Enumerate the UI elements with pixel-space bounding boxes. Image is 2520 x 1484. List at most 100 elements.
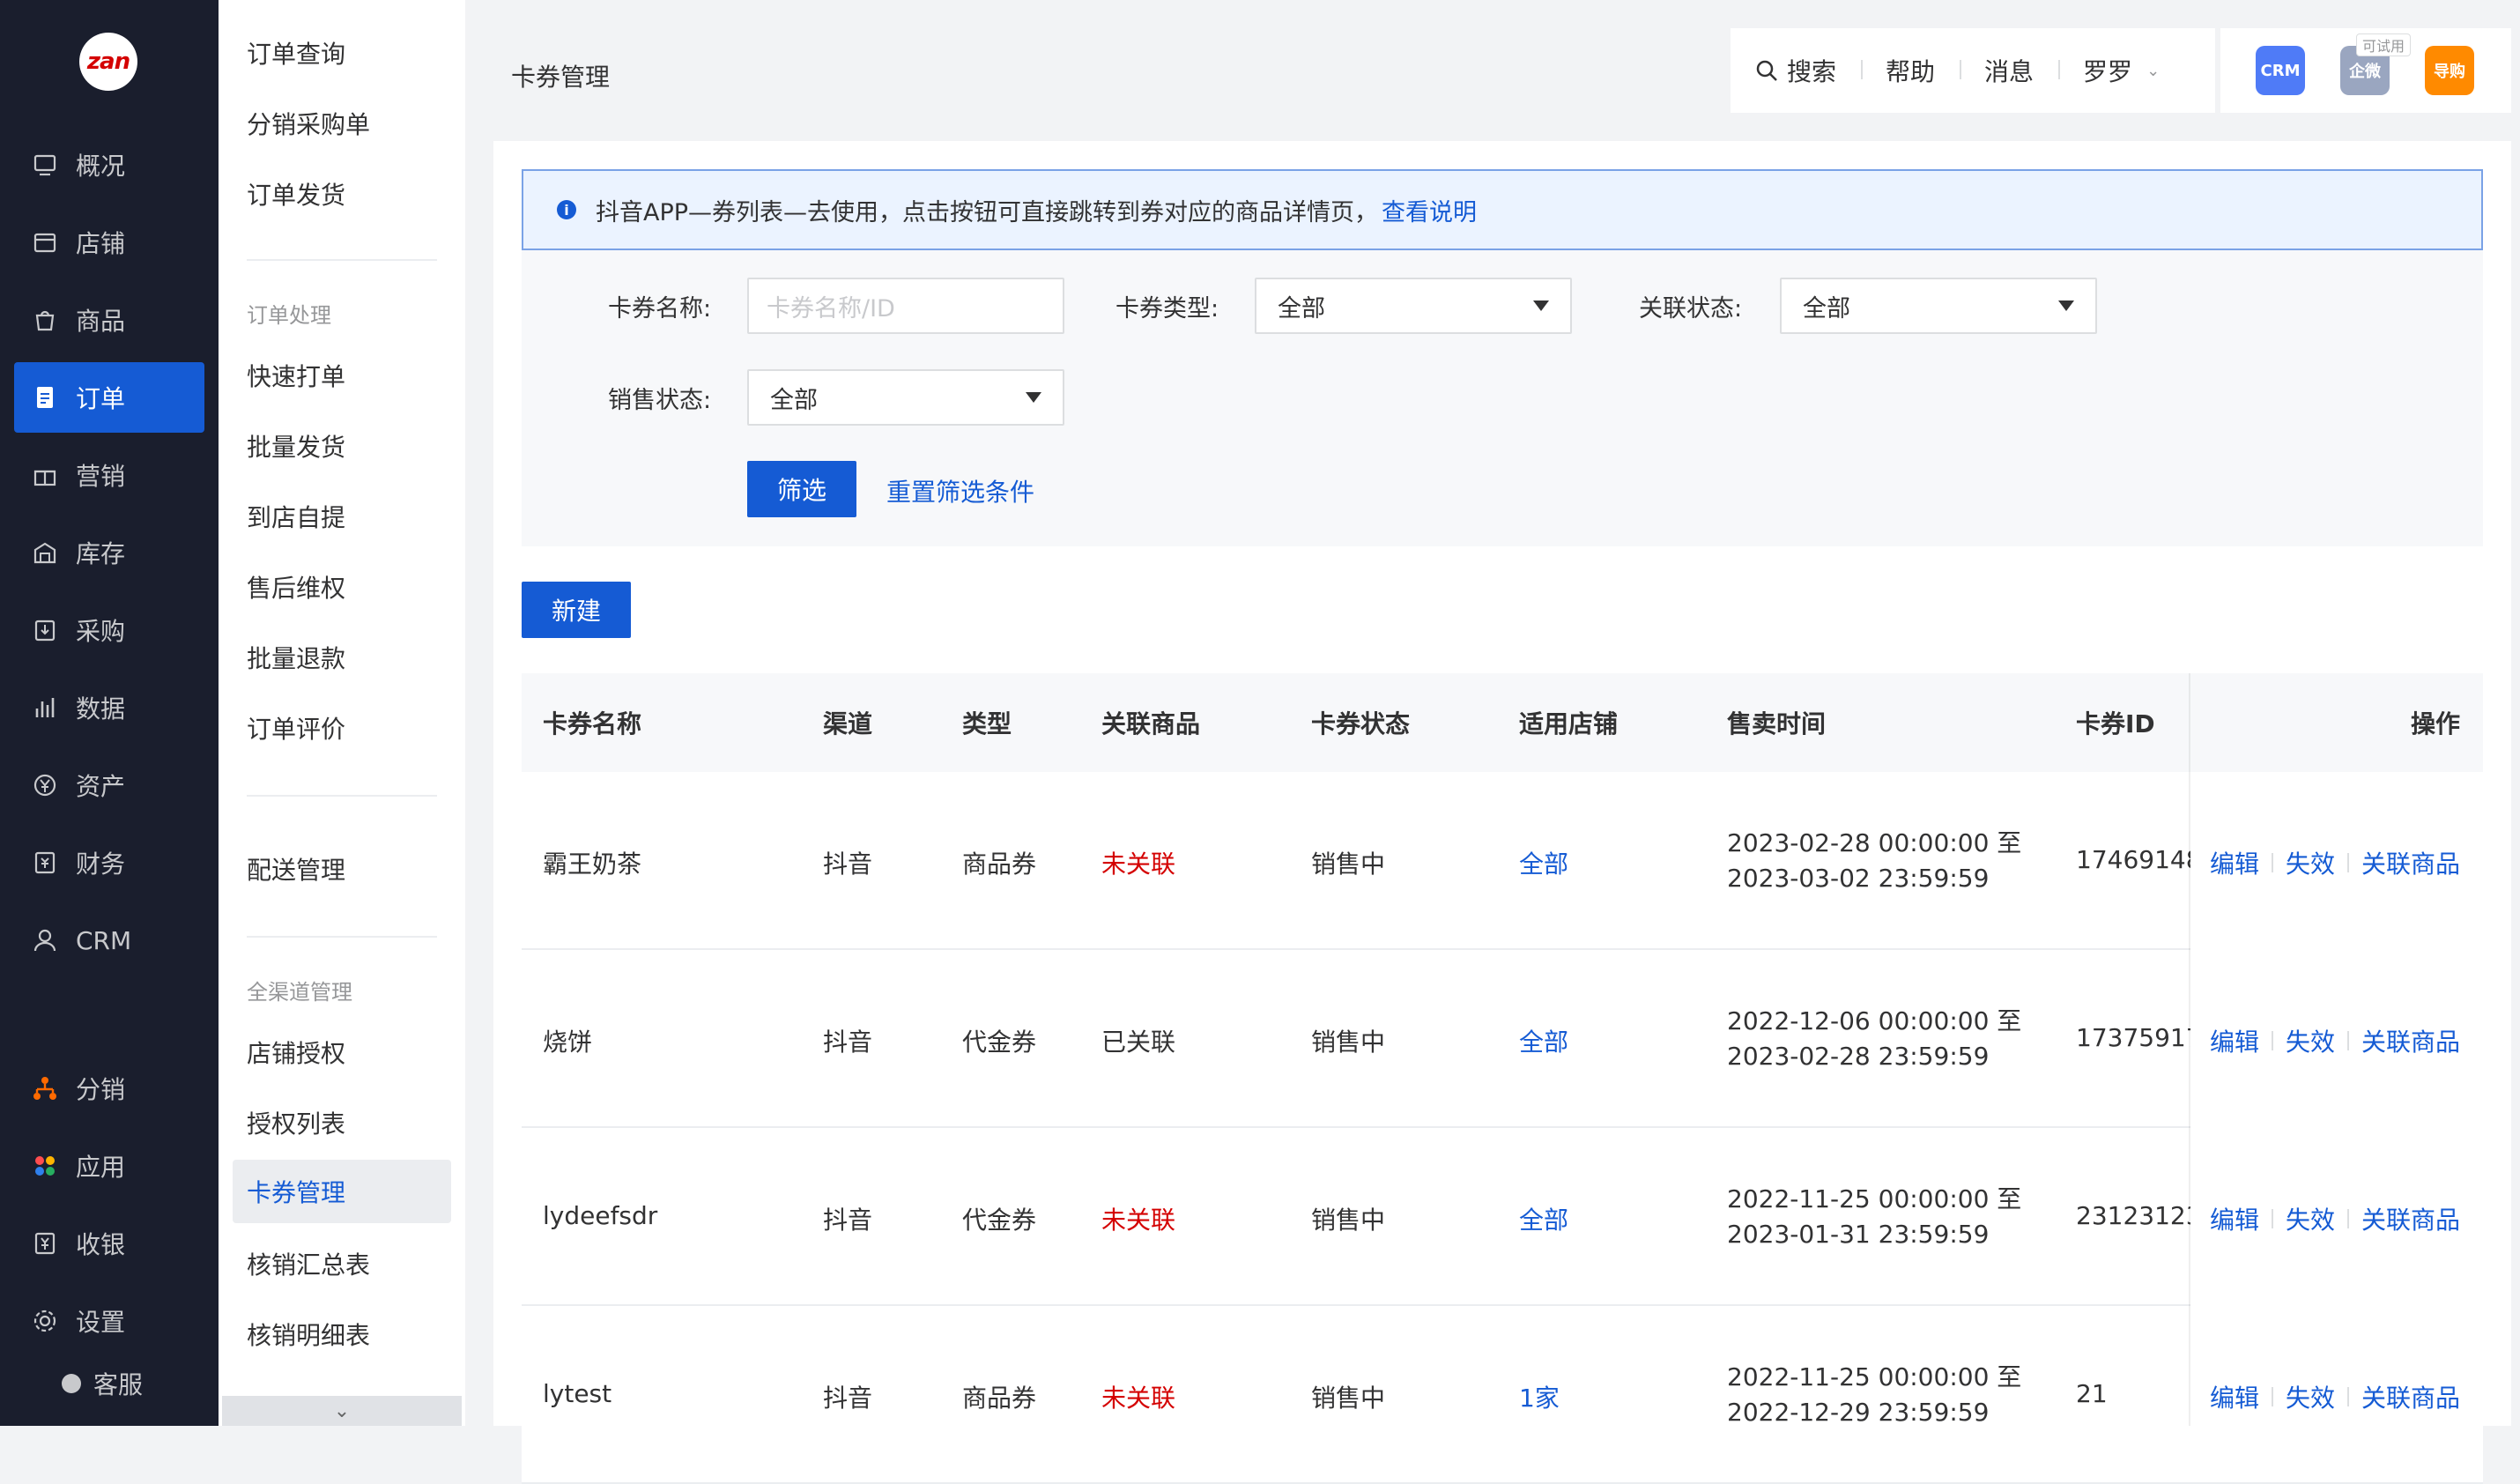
subnav-item[interactable]: 售后维权 xyxy=(247,569,345,605)
cell-status: 销售中 xyxy=(1311,1384,1386,1413)
cell-type: 商品券 xyxy=(962,850,1037,879)
messages-link[interactable]: 消息 xyxy=(1960,53,2058,88)
card-name-input[interactable]: 卡券名称/ID xyxy=(747,278,1064,334)
edit-link[interactable]: 编辑 xyxy=(2210,1201,2259,1236)
service-icon xyxy=(62,1374,81,1393)
subnav-group-title: 订单处理 xyxy=(247,303,331,328)
help-link[interactable]: 帮助 xyxy=(1861,53,1960,88)
nav-item-label: 订单 xyxy=(76,384,126,413)
subnav-item[interactable]: 订单发货 xyxy=(247,176,345,211)
sale-time-start: 2023-02-28 00:00:00 至 xyxy=(1727,828,2022,857)
sale-time-end: 2023-01-31 23:59:59 xyxy=(1727,1220,1990,1249)
cell-card-id: 17469148 xyxy=(2076,845,2202,874)
collapse-sidebar-button[interactable]: ⌄ xyxy=(222,1396,462,1426)
subnav-item[interactable]: 核销明细表 xyxy=(247,1317,370,1352)
subnav-item[interactable]: 批量发货 xyxy=(247,428,345,464)
reset-filter-link[interactable]: 重置筛选条件 xyxy=(886,473,1034,508)
row-actions: 编辑 失效 关联商品 xyxy=(2210,1023,2460,1058)
invalidate-link[interactable]: 失效 xyxy=(2286,845,2335,880)
cell-card-name: lydeefsdr xyxy=(543,1201,658,1230)
dropdown-arrow-icon xyxy=(1533,301,1549,311)
nav-item-label: 分销 xyxy=(76,1075,126,1104)
nav-item-14[interactable]: 设置 xyxy=(14,1286,204,1356)
subnav-item[interactable]: 批量退款 xyxy=(247,640,345,675)
card-type-label: 卡券类型: xyxy=(1115,295,1219,323)
cell-channel: 抖音 xyxy=(823,1028,873,1057)
nav-item-0[interactable]: 概况 xyxy=(14,130,204,200)
nav-item-11[interactable]: 分销 xyxy=(14,1053,204,1124)
store-icon xyxy=(32,229,58,256)
user-menu[interactable]: 罗罗 ⌄ xyxy=(2058,53,2184,88)
subnav-item[interactable]: 核销汇总表 xyxy=(247,1246,370,1281)
cell-stores[interactable]: 1家 xyxy=(1519,1379,1560,1414)
new-card-button[interactable]: 新建 xyxy=(522,582,631,638)
sale-time-end: 2022-12-29 23:59:59 xyxy=(1727,1398,1990,1427)
cell-stores[interactable]: 全部 xyxy=(1519,1201,1568,1236)
nav-item-10[interactable]: CRM xyxy=(14,905,204,976)
customer-service-button[interactable]: 客服 xyxy=(62,1366,143,1401)
sale-time-start: 2022-12-06 00:00:00 至 xyxy=(1727,1006,2022,1035)
nav-item-2[interactable]: 商品 xyxy=(14,285,204,355)
cell-stores[interactable]: 全部 xyxy=(1519,845,1568,880)
nav-item-label: 收银 xyxy=(76,1230,126,1259)
cashier-icon xyxy=(32,1230,58,1257)
link-goods-link[interactable]: 关联商品 xyxy=(2361,1379,2460,1414)
subnav-item[interactable]: 配送管理 xyxy=(247,851,345,887)
col-sale-time: 售卖时间 xyxy=(1727,709,1827,738)
cell-card-id: 21 xyxy=(2076,1379,2108,1408)
invalidate-link[interactable]: 失效 xyxy=(2286,1201,2335,1236)
cell-linked: 未关联 xyxy=(1101,850,1176,879)
invalidate-link[interactable]: 失效 xyxy=(2286,1023,2335,1058)
nav-item-7[interactable]: 数据 xyxy=(14,672,204,743)
action-divider xyxy=(2346,1031,2349,1050)
cell-sale-time: 2022-11-25 00:00:00 至 2023-01-31 23:59:59 xyxy=(1727,1182,2021,1252)
cell-stores[interactable]: 全部 xyxy=(1519,1023,1568,1058)
cell-type: 代金券 xyxy=(962,1028,1037,1057)
nav-item-label: 店铺 xyxy=(76,229,126,258)
info-icon: i xyxy=(557,200,576,219)
nav-item-6[interactable]: 采购 xyxy=(14,595,204,665)
nav-item-5[interactable]: 库存 xyxy=(14,517,204,588)
edit-link[interactable]: 编辑 xyxy=(2210,845,2259,880)
link-goods-link[interactable]: 关联商品 xyxy=(2361,1201,2460,1236)
sale-status-select[interactable]: 全部 xyxy=(747,369,1064,426)
subnav-item[interactable]: 授权列表 xyxy=(247,1105,345,1140)
nav-item-13[interactable]: 收银 xyxy=(14,1208,204,1279)
subnav-item[interactable]: 快速打单 xyxy=(247,358,345,393)
cell-channel: 抖音 xyxy=(823,1384,873,1413)
nav-item-1[interactable]: 店铺 xyxy=(14,207,204,278)
nav-item-label: 库存 xyxy=(76,539,126,568)
nav-item-4[interactable]: 营销 xyxy=(14,440,204,510)
link-goods-link[interactable]: 关联商品 xyxy=(2361,1023,2460,1058)
guide-app-icon[interactable]: 导购 xyxy=(2425,46,2474,95)
search-button[interactable]: 搜索 xyxy=(1731,53,1861,88)
subnav-item[interactable]: 分销采购单 xyxy=(247,106,370,141)
subnav-item-active[interactable]: 卡券管理 xyxy=(233,1160,451,1223)
card-type-select[interactable]: 全部 xyxy=(1255,278,1572,334)
nav-item-9[interactable]: 财务 xyxy=(14,827,204,898)
cell-card-name: 霸王奶茶 xyxy=(543,850,642,879)
edit-link[interactable]: 编辑 xyxy=(2210,1379,2259,1414)
view-instructions-link[interactable]: 查看说明 xyxy=(1382,193,1477,227)
sale-time-end: 2023-02-28 23:59:59 xyxy=(1727,1042,1990,1071)
zan-logo[interactable]: zan xyxy=(79,33,137,91)
crm-app-icon[interactable]: CRM xyxy=(2256,46,2305,95)
edit-link[interactable]: 编辑 xyxy=(2210,1023,2259,1058)
inventory-icon xyxy=(32,539,58,566)
cell-status: 销售中 xyxy=(1311,1028,1386,1057)
nav-item-3[interactable]: 订单 xyxy=(14,362,204,433)
nav-item-12[interactable]: 应用 xyxy=(14,1131,204,1201)
subnav-item[interactable]: 订单评价 xyxy=(247,710,345,746)
sale-status-label: 销售状态: xyxy=(608,387,712,414)
invalidate-link[interactable]: 失效 xyxy=(2286,1379,2335,1414)
subnav-item[interactable]: 到店自提 xyxy=(247,499,345,534)
link-status-select[interactable]: 全部 xyxy=(1780,278,2097,334)
filter-button[interactable]: 筛选 xyxy=(747,461,856,517)
settings-icon xyxy=(32,1308,58,1334)
divider xyxy=(247,936,437,938)
nav-item-8[interactable]: 资产 xyxy=(14,750,204,820)
link-goods-link[interactable]: 关联商品 xyxy=(2361,845,2460,880)
subnav-item[interactable]: 店铺授权 xyxy=(247,1035,345,1070)
nav-item-label: 资产 xyxy=(76,772,126,801)
subnav-item[interactable]: 订单查询 xyxy=(247,35,345,70)
